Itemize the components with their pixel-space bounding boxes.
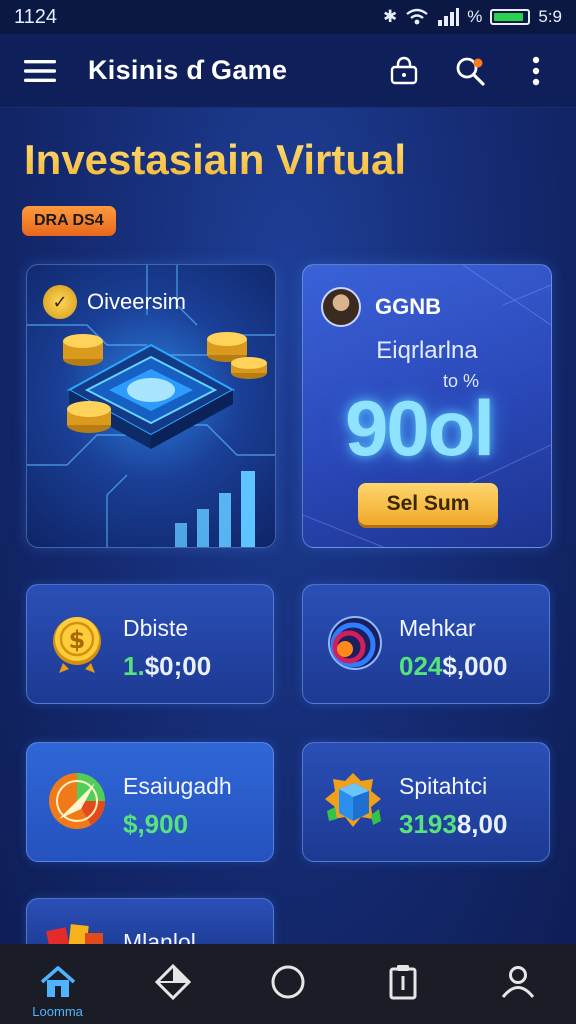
clipboard-icon [389,965,417,1000]
battery-icon [490,9,531,25]
svg-text:$: $ [69,626,86,654]
home-icon [40,966,75,997]
user-icon [502,966,535,998]
stat-value-prefix: $,900 [123,809,189,839]
bottom-nav: Loomma [0,944,576,1024]
stat-card-dbiste[interactable]: $ Dbiste 1.$0;00 [26,584,274,704]
cube-box-icon [325,773,381,827]
stat-title: Mehkar [399,615,476,641]
menu-icon[interactable] [22,53,58,89]
nav-wallet[interactable] [373,964,433,1000]
stat-card-esaiugadh[interactable]: Esaiugadh $,900 [26,742,274,862]
stat-value-prefix: 024 [399,651,443,681]
battery-percent: % [467,7,483,26]
signal-icon [438,8,460,26]
stat-title: Esaiugadh [123,773,232,799]
compass-pie-icon [49,773,105,829]
nav-profile[interactable] [488,964,548,1000]
status-bar: 1124 ✱ % 5:9 [0,0,576,34]
app-bar: Kisinis ɗ Game [0,34,576,108]
offer-subtitle: Eiqrlarlna [376,337,478,364]
offer-card[interactable]: GGNB Eiqrlarlna to % 90ol Sel Sum [302,264,552,548]
lock-bag-icon[interactable] [386,53,422,89]
nav-explore[interactable] [143,964,203,1000]
hero-card-label: Oiveersim [87,289,187,314]
stat-card-spitahtci[interactable]: Spitahtci 31938,00 [302,742,550,862]
sell-sum-button[interactable]: Sel Sum [358,483,498,525]
stat-value-rest: 8,00 [456,809,508,839]
avatar [321,287,361,327]
diamond-icon [154,964,191,1000]
stat-title: Dbiste [123,615,189,641]
promo-tag[interactable]: DRA DS4 [22,206,116,236]
nav-center[interactable] [258,964,318,1000]
wifi-icon [406,8,428,25]
offer-name: GGNB [375,294,441,319]
stat-value-rest: $0;00 [144,651,212,681]
investment-hero-card[interactable]: ✓ Oiveersim [26,264,276,548]
stat-card-mehkar[interactable]: Mehkar 024$,000 [302,584,550,704]
more-vertical-icon[interactable] [518,53,554,89]
status-clock: 5:9 [538,7,562,26]
nav-home[interactable]: Loomma [28,964,88,1019]
nav-home-label: Loomma [32,1004,83,1019]
search-icon[interactable] [452,53,488,89]
status-icons: ✱ % 5:9 [383,7,562,27]
app-title: Kisinis ɗ Game [88,55,288,85]
bluetooth-icon: ✱ [382,7,398,26]
dollar-coin-icon: $ [53,617,101,673]
stat-title: Spitahtci [399,773,488,799]
status-time: 1124 [14,5,58,28]
donut-chart-icon [328,616,382,670]
stat-value-prefix: 3193 [399,809,457,839]
coin-badge-icon: ✓ [43,285,77,319]
stat-value-prefix: 1. [123,651,145,681]
offer-big-number: 90ol [345,384,495,472]
stat-value-rest: $,000 [442,651,508,681]
circle-icon [271,965,305,999]
page-title: Investasiain Virtual [24,136,407,183]
